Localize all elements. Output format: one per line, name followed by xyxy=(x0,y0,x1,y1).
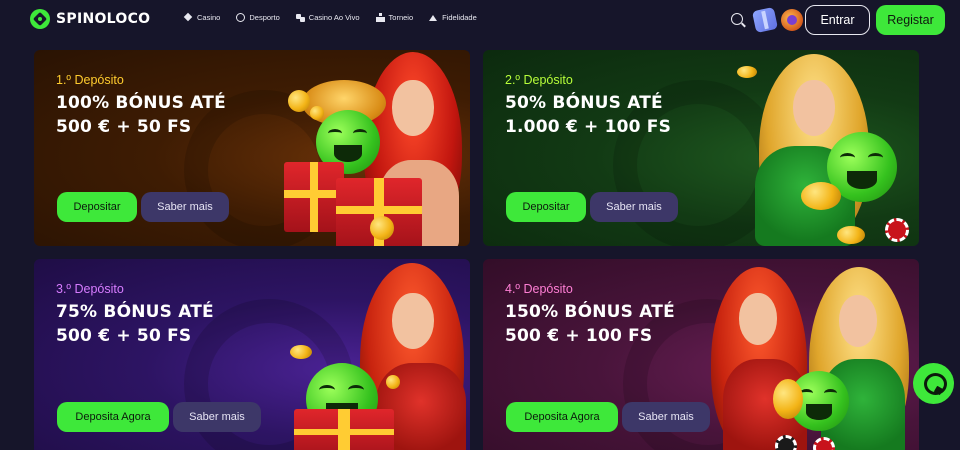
nav-item-torneio[interactable]: Torneio xyxy=(375,13,414,22)
coin xyxy=(288,90,310,112)
gift-box xyxy=(284,162,344,232)
coin xyxy=(386,375,400,389)
deposit-label: 2.º Depósito xyxy=(505,73,573,87)
cards-icon xyxy=(295,13,305,22)
nav-item-label: Torneio xyxy=(388,13,414,22)
woman-face xyxy=(793,80,835,136)
learn-more-button[interactable]: Saber mais xyxy=(141,192,229,222)
deposit-button[interactable]: Deposita Agora xyxy=(57,402,169,432)
promo-card-3[interactable]: 3.º Depósito 75% BÓNUS ATÉ 500 € + 50 FS… xyxy=(34,259,470,450)
promo-wheel-icon[interactable] xyxy=(781,9,803,31)
learn-more-button[interactable]: Saber mais xyxy=(173,402,261,432)
promo-artwork xyxy=(270,259,470,450)
bonus-amount: 500 € + 100 FS xyxy=(505,326,653,346)
coin-stack xyxy=(801,182,841,210)
deposit-label: 4.º Depósito xyxy=(505,282,573,296)
deposit-button[interactable]: Deposita Agora xyxy=(506,402,618,432)
trophy-icon xyxy=(375,13,385,22)
logo-text: SPINOLOCO xyxy=(56,11,151,27)
nav-item-label: Fidelidade xyxy=(442,13,477,22)
bonus-headline: 50% BÓNUS ATÉ xyxy=(505,93,663,113)
nav-item-fidelidade[interactable]: Fidelidade xyxy=(429,13,477,22)
top-navbar: SPINOLOCO Casino Desporto Casino Ao Vivo… xyxy=(0,0,960,40)
woman-face xyxy=(392,293,434,349)
woman-face xyxy=(392,80,434,136)
nav-item-label: Desporto xyxy=(249,13,280,22)
bonus-headline: 75% BÓNUS ATÉ xyxy=(56,302,214,322)
main-nav: Casino Desporto Casino Ao Vivo Torneio F… xyxy=(184,13,477,22)
deposit-label: 3.º Depósito xyxy=(56,282,124,296)
coin xyxy=(837,226,865,244)
nav-item-label: Casino Ao Vivo xyxy=(308,13,360,22)
crown-icon xyxy=(429,13,438,22)
coin xyxy=(737,66,757,78)
bonus-headline: 100% BÓNUS ATÉ xyxy=(56,93,226,113)
bonus-amount: 500 € + 50 FS xyxy=(56,326,192,346)
search-icon[interactable] xyxy=(730,12,746,28)
deposit-button[interactable]: Depositar xyxy=(57,192,137,222)
learn-more-button[interactable]: Saber mais xyxy=(622,402,710,432)
nav-item-casino-ao-vivo[interactable]: Casino Ao Vivo xyxy=(295,13,360,22)
nav-item-casino[interactable]: Casino xyxy=(184,13,220,22)
promo-card-4[interactable]: 4.º Depósito 150% BÓNUS ATÉ 500 € + 100 … xyxy=(483,259,919,450)
deposit-label: 1.º Depósito xyxy=(56,73,124,87)
deposit-button[interactable]: Depositar xyxy=(506,192,586,222)
promo-card-2[interactable]: 2.º Depósito 50% BÓNUS ATÉ 1.000 € + 100… xyxy=(483,50,919,246)
promo-artwork xyxy=(264,50,470,246)
nav-item-label: Casino xyxy=(197,13,221,22)
logo[interactable]: SPINOLOCO xyxy=(30,9,150,29)
login-button[interactable]: Entrar xyxy=(805,5,870,35)
bonus-headline: 150% BÓNUS ATÉ xyxy=(505,302,675,322)
woman-face-right xyxy=(839,295,877,347)
casino-chip xyxy=(775,435,797,450)
promo-card-1[interactable]: 1.º Depósito 100% BÓNUS ATÉ 500 € + 50 F… xyxy=(34,50,470,246)
coin xyxy=(290,345,312,359)
learn-more-button[interactable]: Saber mais xyxy=(590,192,678,222)
ball-icon xyxy=(236,13,246,22)
coin xyxy=(370,216,394,240)
diamond-icon xyxy=(184,13,193,22)
bonus-amount: 1.000 € + 100 FS xyxy=(505,117,672,137)
casino-chip xyxy=(885,218,909,242)
nav-item-desporto[interactable]: Desporto xyxy=(236,13,280,22)
gift-icon[interactable] xyxy=(751,6,779,34)
gift-box xyxy=(294,409,394,450)
coin xyxy=(310,106,324,120)
promo-artwork xyxy=(719,50,919,246)
woman-face-left xyxy=(739,293,777,345)
promo-artwork xyxy=(693,259,919,450)
logo-icon xyxy=(30,9,50,29)
coin-stack xyxy=(773,379,803,419)
chat-icon[interactable] xyxy=(913,363,954,404)
register-button[interactable]: Registar xyxy=(876,5,945,35)
bonus-amount: 500 € + 50 FS xyxy=(56,117,192,137)
